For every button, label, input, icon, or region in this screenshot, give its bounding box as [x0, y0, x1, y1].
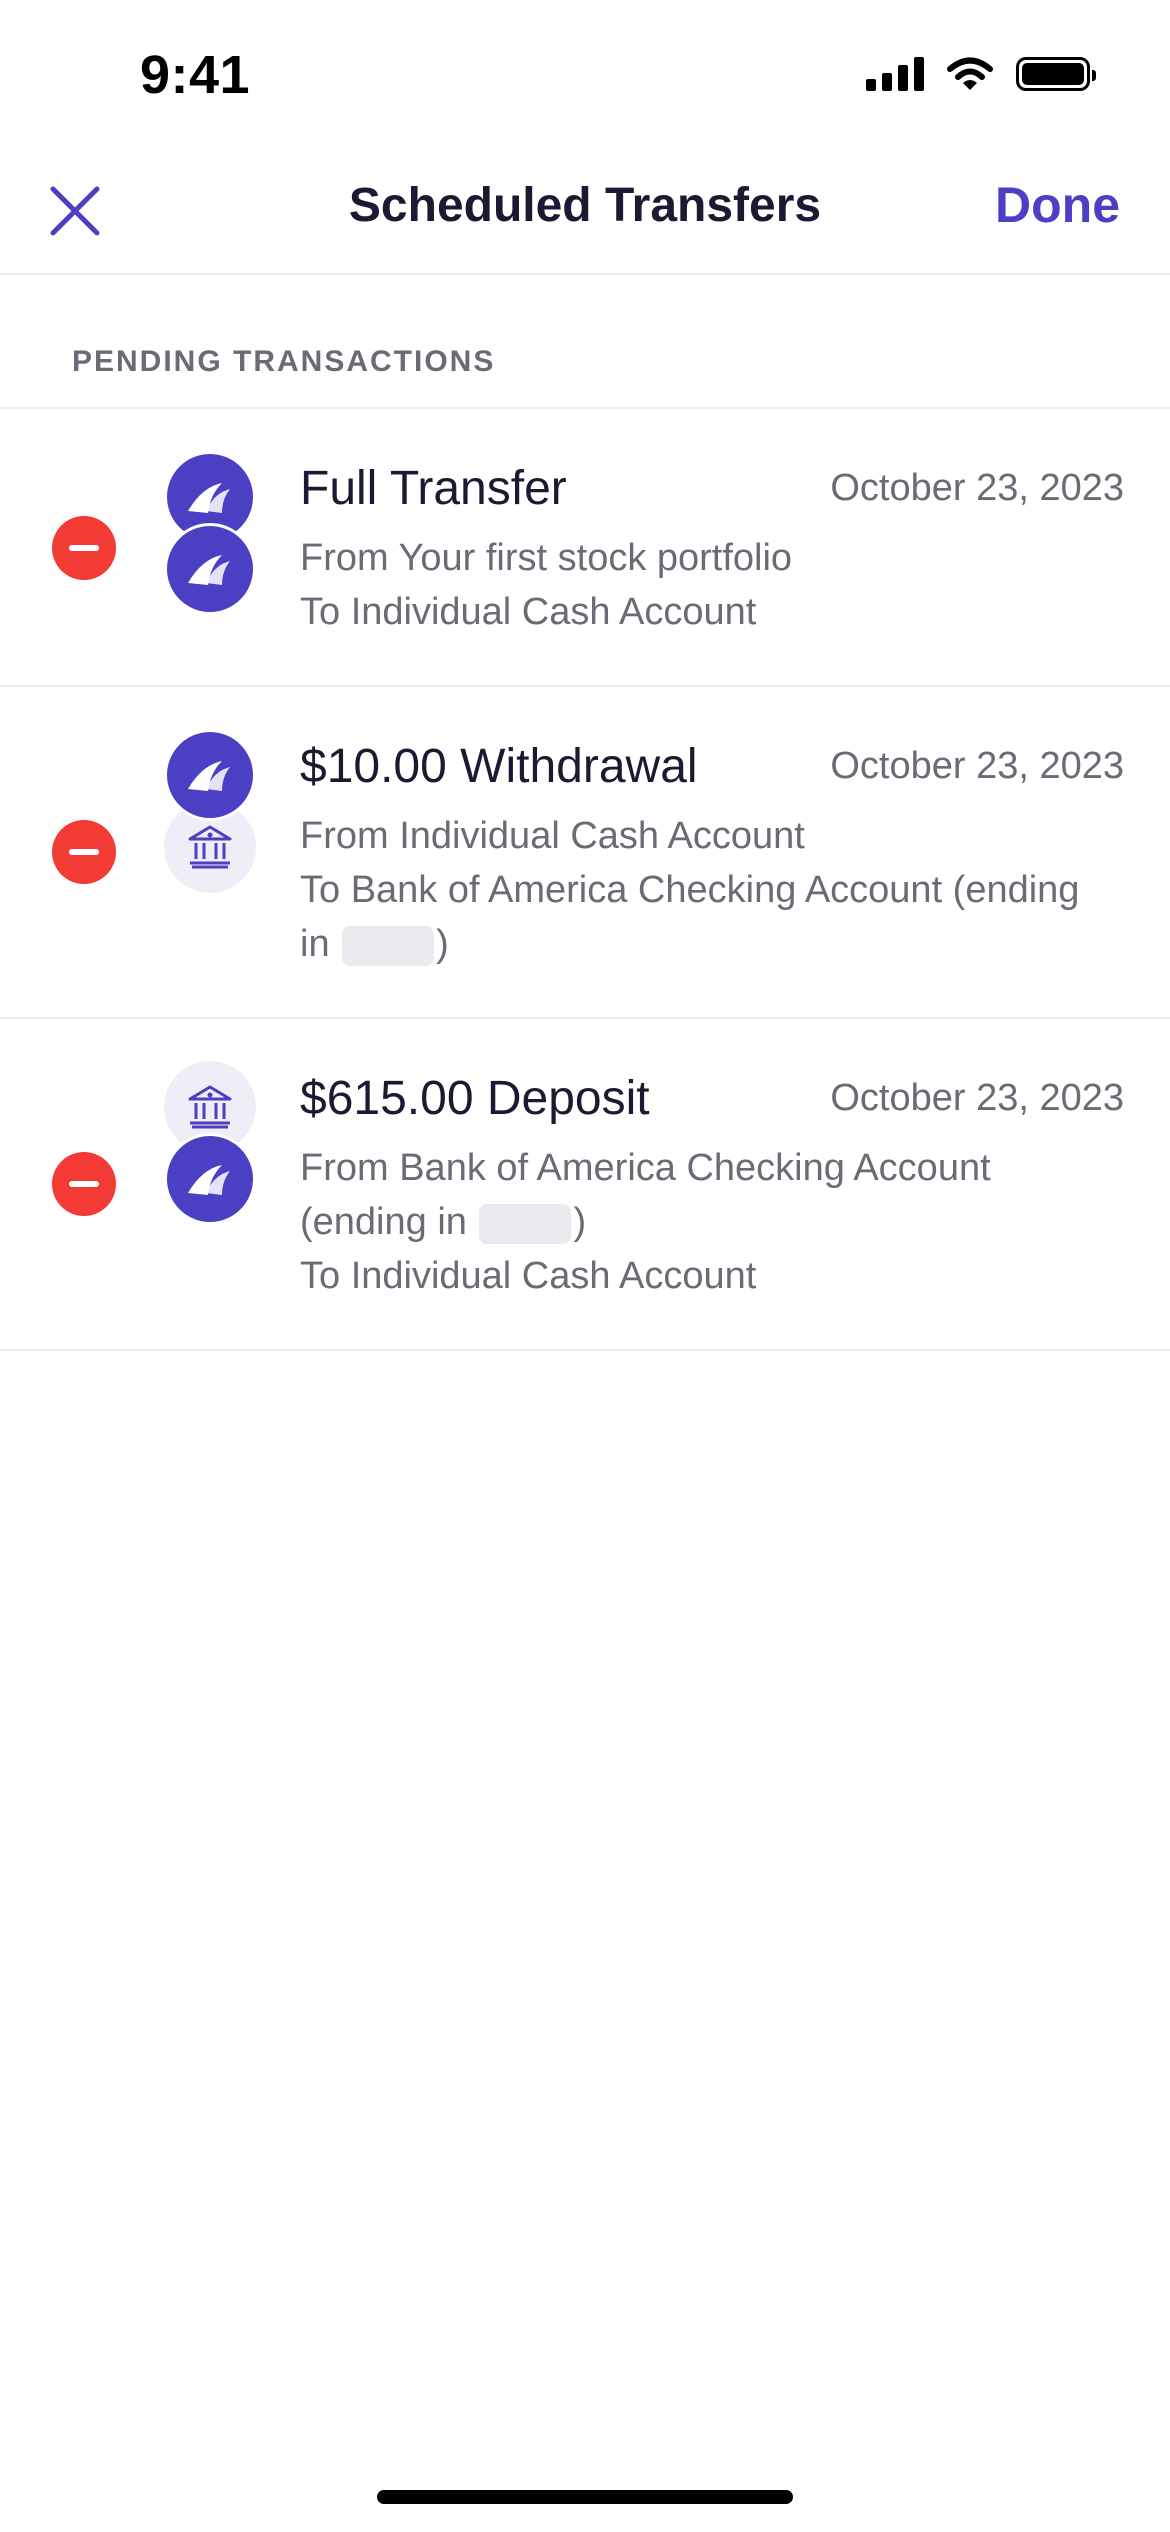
transaction-to: To Individual Cash Account [300, 1255, 757, 1297]
transaction-to-line2-prefix: in [300, 923, 330, 965]
wifi-icon [947, 57, 993, 90]
home-indicator[interactable] [377, 2490, 793, 2504]
transaction-from: From Individual Cash Account [300, 815, 805, 857]
transaction-title: Full Transfer [300, 462, 567, 515]
bank-icon [188, 1085, 232, 1129]
delete-transaction-button[interactable] [52, 1152, 116, 1216]
transaction-from-line2-prefix: (ending in [300, 1201, 467, 1243]
wealthfront-logo-icon [188, 761, 230, 791]
transaction-from-line1: From Bank of America Checking Account [300, 1147, 991, 1189]
transaction-to: To Individual Cash Account [300, 591, 757, 633]
section-title: PENDING TRANSACTIONS [72, 345, 496, 378]
status-icons [866, 56, 1096, 92]
redacted-account-number [479, 1203, 572, 1244]
redacted-account-number [342, 925, 435, 966]
delete-transaction-button[interactable] [52, 820, 116, 884]
transaction-to: To Bank of America Checking Account (end… [300, 863, 1130, 971]
status-time: 9:41 [140, 45, 251, 105]
wealthfront-logo-icon [188, 483, 230, 513]
transaction-date: October 23, 2023 [830, 1077, 1124, 1119]
wealthfront-logo-icon [188, 1165, 230, 1195]
cellular-signal-icon [866, 57, 924, 91]
nav-bar: Scheduled Transfers Done [0, 150, 1170, 275]
transaction-from-line2-suffix: ) [573, 1201, 587, 1243]
delete-transaction-button[interactable] [52, 516, 116, 580]
transaction-title: $615.00 Deposit [300, 1072, 650, 1125]
battery-icon [1016, 57, 1096, 91]
section-header: PENDING TRANSACTIONS [0, 273, 1170, 409]
to-account-avatar [164, 523, 256, 615]
bank-icon [188, 825, 232, 869]
done-button[interactable]: Done [995, 176, 1120, 234]
status-bar: 9:41 [0, 0, 1170, 150]
transaction-to-line1: To Bank of America Checking Account (end… [300, 869, 1080, 911]
transaction-date: October 23, 2023 [830, 467, 1124, 509]
transaction-row[interactable]: $10.00 Withdrawal October 23, 2023 From … [0, 687, 1170, 1019]
wealthfront-logo-icon [188, 555, 230, 585]
to-account-avatar [164, 1133, 256, 1225]
from-account-avatar [164, 729, 256, 821]
transaction-row[interactable]: Full Transfer October 23, 2023 From Your… [0, 409, 1170, 687]
transaction-from: From Your first stock portfolio [300, 537, 793, 579]
transaction-title: $10.00 Withdrawal [300, 740, 698, 793]
transaction-date: October 23, 2023 [830, 745, 1124, 787]
transaction-from: From Bank of America Checking Account (e… [300, 1141, 1130, 1249]
transaction-row[interactable]: $615.00 Deposit October 23, 2023 From Ba… [0, 1019, 1170, 1351]
transaction-to-line2-suffix: ) [436, 923, 449, 965]
